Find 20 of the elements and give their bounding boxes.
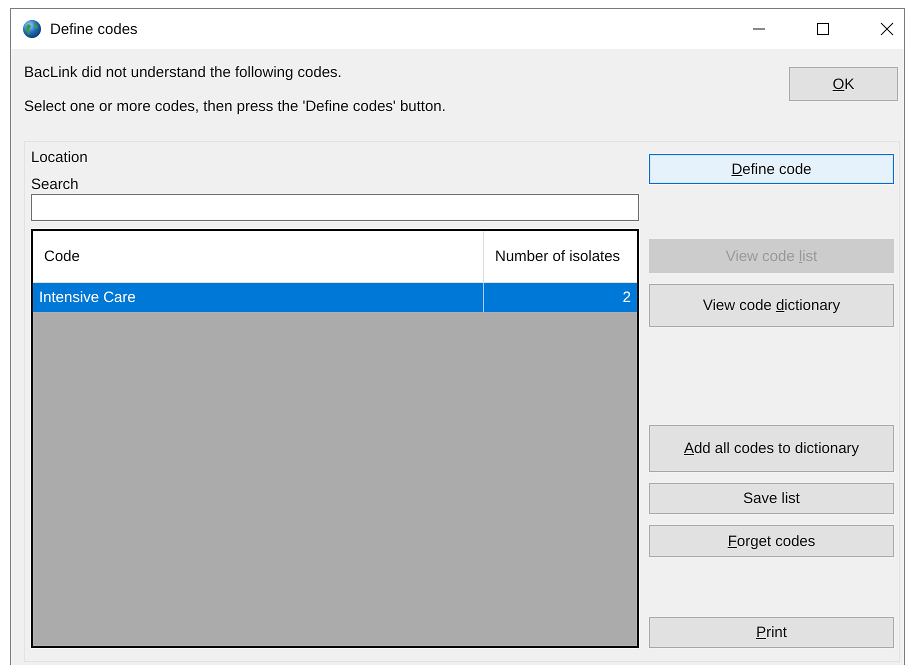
field-label: Location [31, 149, 89, 168]
message-text: BacLink did not understand the following codes. [24, 64, 343, 83]
close-icon[interactable] [880, 22, 894, 36]
window-title: Define codes [50, 20, 139, 38]
table-cell[interactable]: 2 [484, 283, 637, 312]
column-header[interactable]: Code [33, 231, 484, 282]
search-field[interactable] [31, 194, 639, 221]
action-button[interactable]: Save list [649, 483, 894, 514]
action-button[interactable]: Print [649, 617, 894, 648]
action-button[interactable]: Add all codes to dictionary [649, 425, 894, 472]
maximize-icon[interactable] [816, 22, 830, 36]
ok-button[interactable]: OK [789, 67, 898, 101]
table-cell[interactable]: Intensive Care [33, 283, 484, 312]
globe-icon [22, 19, 42, 39]
action-button[interactable]: Forget codes [649, 525, 894, 557]
search-label: Search [31, 179, 80, 194]
message-text: Select one or more codes, then press the 'Define codes' button. [24, 98, 446, 117]
action-button[interactable]: Define code [649, 154, 894, 184]
column-header[interactable]: Number of isolates [484, 231, 637, 282]
action-button[interactable]: View code dictionary [649, 284, 894, 327]
